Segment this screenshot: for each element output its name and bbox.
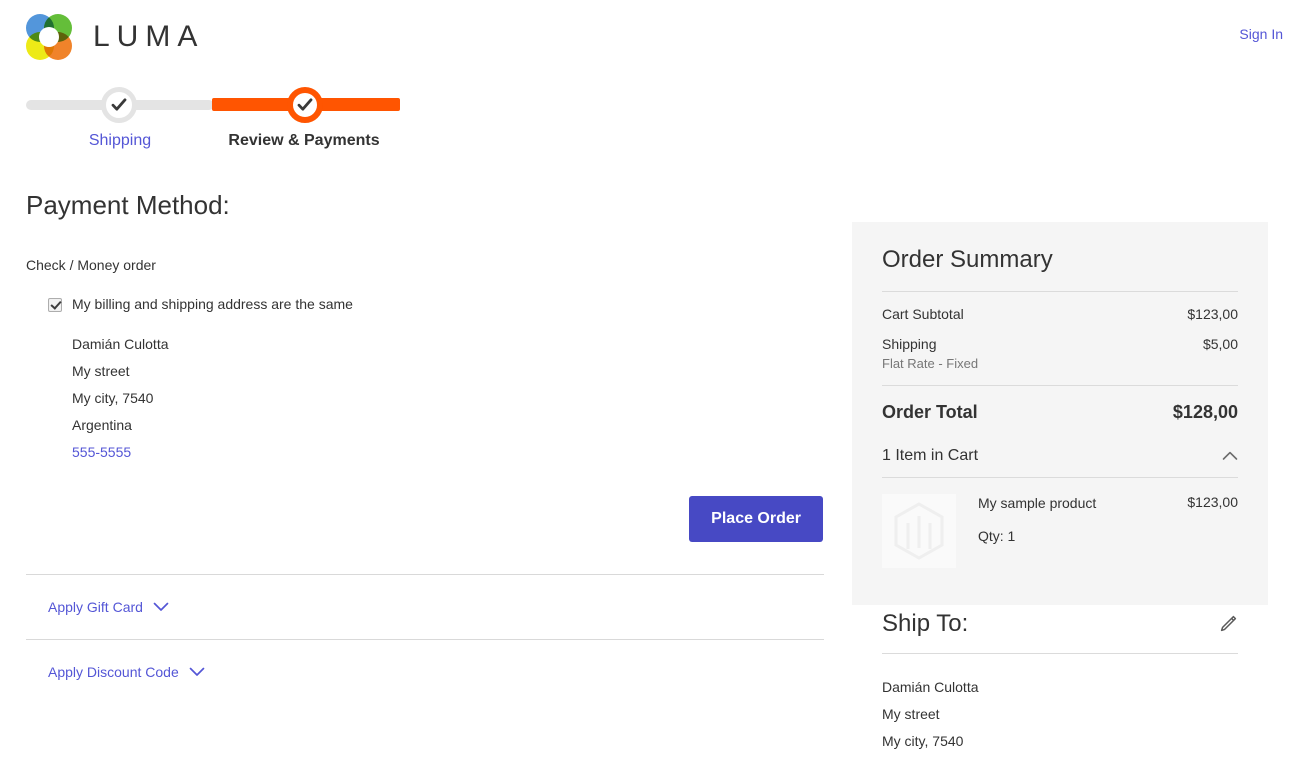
magento-placeholder-icon (894, 502, 944, 560)
chevron-down-icon (189, 667, 205, 676)
summary-row-sublabel: Flat Rate - Fixed (882, 356, 979, 372)
page-title: Payment Method: (26, 190, 230, 220)
summary-row-label: Shipping (882, 336, 937, 353)
order-total-value: $128,00 (1172, 402, 1238, 423)
edit-ship-to-button[interactable] (1218, 614, 1238, 634)
apply-discount-code-label: Apply Discount Code (48, 663, 179, 680)
summary-row-label-wrap: Cart Subtotal (882, 306, 964, 322)
chevron-down-icon (153, 602, 169, 611)
summary-row-label: Cart Subtotal (882, 306, 964, 323)
billing-address-block: My billing and shipping address are the … (26, 295, 824, 466)
billing-address-city-zip: My city, 7540 (72, 389, 154, 406)
items-in-cart-toggle[interactable]: 1 Item in Cart (882, 447, 1238, 477)
accordion-item-discount-code: Apply Discount Code (26, 638, 824, 704)
ship-to-street: My street (882, 705, 940, 722)
items-in-cart-label: 1 Item in Cart (882, 447, 979, 465)
apply-gift-card-label: Apply Gift Card (48, 598, 143, 615)
cart-items-list: My sample product Qty: 1 $123,00 (882, 477, 1238, 569)
billing-address-lines: Damián Culotta My street My city, 7540 A… (72, 331, 824, 466)
payment-section: Payment Method: Check / Money order My b… (26, 190, 824, 704)
order-total-label: Order Total (882, 402, 978, 423)
billing-address-country: Argentina (72, 416, 132, 433)
progress-label-review-payments: Review & Payments (228, 132, 380, 149)
logo-center-hole (39, 27, 59, 47)
cart-item-price: $123,00 (1187, 494, 1238, 511)
billing-address-name: Damián Culotta (72, 335, 169, 352)
summary-row-value: $5,00 (1202, 336, 1238, 353)
ship-to-header: Ship To: (882, 610, 1238, 654)
cart-item-qty: Qty: 1 (978, 528, 1016, 545)
order-summary-panel: Order Summary Cart Subtotal $123,00 Ship… (852, 222, 1268, 605)
cart-item-details: My sample product Qty: 1 (956, 494, 1187, 544)
pencil-icon (1220, 616, 1237, 632)
ship-to-address-lines: Damián Culotta My street My city, 7540 (882, 674, 1238, 755)
progress-label-shipping[interactable]: Shipping (60, 132, 180, 150)
checkout-page: LUMA Sign In Shipping Review & Payments … (0, 0, 1308, 762)
check-icon (111, 98, 127, 111)
ship-to-title: Ship To: (882, 610, 969, 637)
cart-item: My sample product Qty: 1 $123,00 (882, 494, 1238, 569)
order-summary-title: Order Summary (882, 246, 1053, 273)
luma-flower-logo-icon (26, 14, 72, 60)
summary-row-label-wrap: Shipping Flat Rate - Fixed (882, 336, 978, 371)
ship-to-city-zip: My city, 7540 (882, 732, 964, 749)
billing-address-phone[interactable]: 555-5555 (72, 439, 824, 466)
apply-discount-code-toggle[interactable]: Apply Discount Code (48, 664, 205, 680)
summary-row-value: $123,00 (1187, 306, 1238, 323)
accordion-item-gift-card: Apply Gift Card (26, 573, 824, 639)
sign-in-link[interactable]: Sign In (1239, 26, 1283, 42)
order-summary-totals: Cart Subtotal $123,00 Shipping Flat Rate… (882, 291, 1238, 423)
place-order-row: Place Order (26, 495, 824, 542)
billing-same-row: My billing and shipping address are the … (48, 295, 824, 315)
place-order-button[interactable]: Place Order (689, 495, 823, 542)
checkout-progress-bar: Shipping Review & Payments (0, 84, 700, 164)
billing-address-street: My street (72, 362, 130, 379)
cart-item-name: My sample product (978, 495, 1097, 512)
brand-name: LUMA (93, 20, 205, 53)
billing-same-as-shipping-checkbox[interactable] (48, 298, 62, 313)
progress-node-review-payments[interactable] (287, 87, 323, 123)
check-icon (297, 98, 313, 111)
summary-row-cart-subtotal: Cart Subtotal $123,00 (882, 306, 1238, 322)
product-thumbnail (882, 494, 956, 569)
progress-node-shipping[interactable] (101, 87, 137, 123)
brand-logo[interactable]: LUMA (26, 14, 204, 60)
chevron-up-icon (1222, 451, 1238, 460)
billing-same-as-shipping-label[interactable]: My billing and shipping address are the … (72, 295, 353, 315)
apply-gift-card-toggle[interactable]: Apply Gift Card (48, 599, 169, 615)
payment-method-name: Check / Money order (26, 257, 156, 274)
page-header: LUMA Sign In (0, 0, 1308, 72)
ship-to-section: Ship To: Damián Culotta My street My cit… (852, 610, 1268, 755)
ship-to-name: Damián Culotta (882, 678, 979, 695)
summary-row-order-total: Order Total $128,00 (882, 385, 1238, 423)
summary-row-shipping: Shipping Flat Rate - Fixed $5,00 (882, 336, 1238, 371)
discount-accordion: Apply Gift Card Apply Discount Code (26, 573, 824, 704)
